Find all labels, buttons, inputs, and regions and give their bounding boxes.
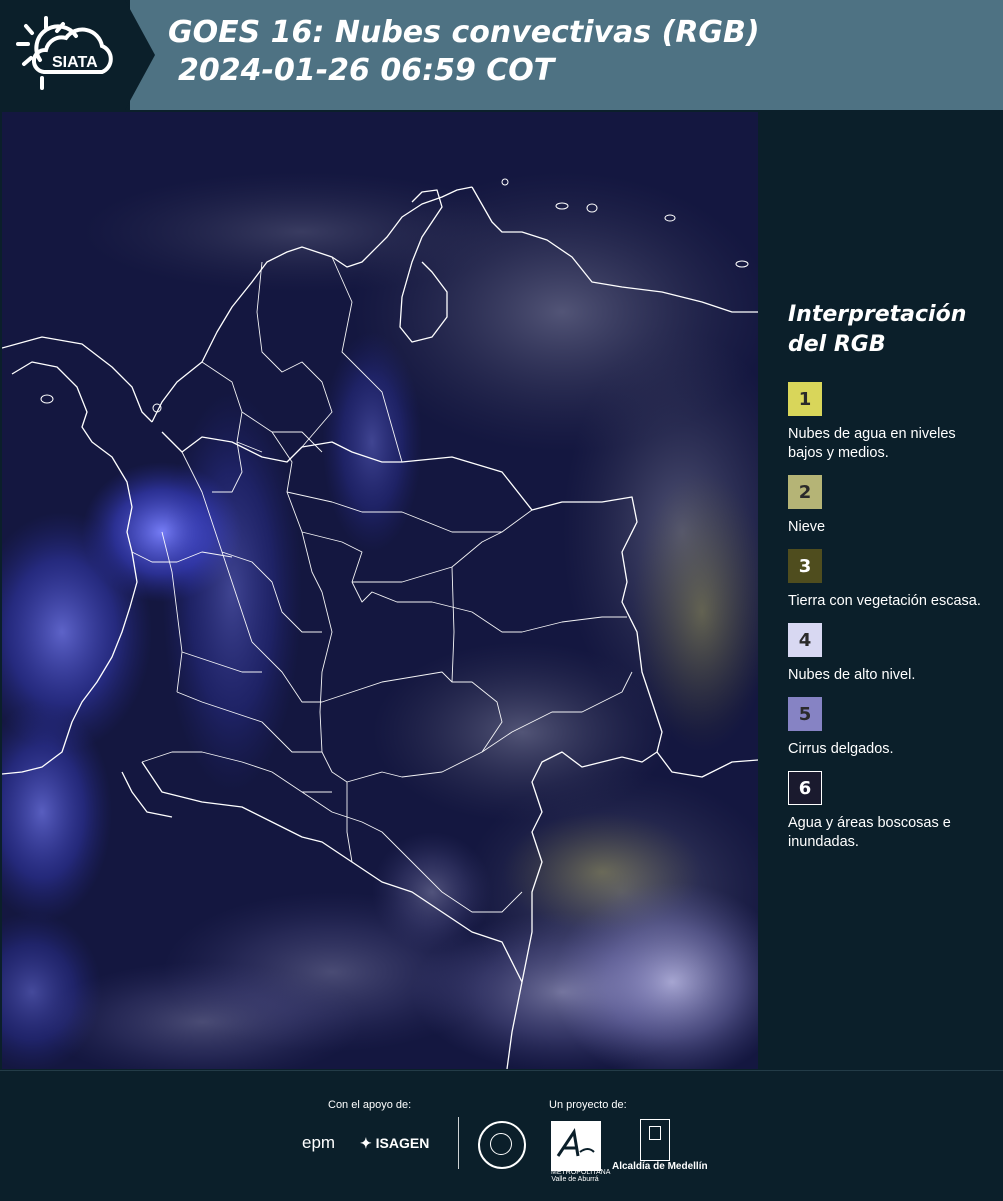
footer-divider [458,1117,459,1169]
title-product: GOES 16: Nubes convectivas (RGB) [168,15,760,50]
legend: Interpretación del RGB 1 Nubes de agua en… [788,300,988,864]
legend-swatch: 5 [788,697,822,731]
footer: Con el apoyo de: Un proyecto de: epm ✦ I… [0,1070,1003,1201]
legend-label: Nieve [788,519,826,535]
legend-label: Agua y áreas boscosas e inundadas. [788,815,951,850]
legend-swatch: 1 [788,382,822,416]
legend-label: Tierra con vegetación escasa. [788,593,981,609]
area-metropolitana-logo [551,1121,601,1171]
logo-arrow [125,0,155,110]
seal-inner [490,1133,512,1155]
project-label: Un proyecto de: [549,1099,627,1111]
legend-title-line2: del RGB [788,332,886,357]
legend-items: 1 Nubes de agua en niveles bajos y medios… [788,382,988,852]
support-label: Con el apoyo de: [328,1099,412,1111]
satellite-map [2,112,758,1069]
legend-label: Nubes de alto nivel. [788,667,916,683]
area-metropolitana-text: METROPOLITANA Valle de Aburrá [551,1169,611,1183]
alcaldia-text: Alcaldía de Medellín [612,1161,708,1172]
legend-item: 4 Nubes de alto nivel. [788,623,988,685]
svg-text:SIATA: SIATA [52,54,98,71]
legend-item: 3 Tierra con vegetación escasa. [788,549,988,611]
legend-item: 1 Nubes de agua en niveles bajos y medios… [788,382,988,463]
siata-cloud-sun-icon: SIATA [16,16,113,90]
legend-swatch: 4 [788,623,822,657]
isagen-logo: ✦ ISAGEN [360,1135,429,1152]
legend-label: Nubes de agua en niveles bajos y medios. [788,426,956,461]
legend-swatch: 6 [788,771,822,805]
legend-title: Interpretación del RGB [788,300,988,360]
legend-item: 6 Agua y áreas boscosas e inundadas. [788,771,988,852]
header-bar: SIATA GOES 16: Nubes convectivas (RGB) 2… [0,0,1003,110]
legend-swatch: 3 [788,549,822,583]
legend-label: Cirrus delgados. [788,741,894,757]
shield-detail [649,1126,661,1140]
isagen-text: ISAGEN [375,1135,430,1151]
legend-item: 2 Nieve [788,475,988,537]
legend-swatch: 2 [788,475,822,509]
medellin-seal-logo [478,1121,526,1169]
legend-item: 5 Cirrus delgados. [788,697,988,759]
title-timestamp: 2024-01-26 06:59 COT [178,53,555,88]
isagen-icon: ✦ [360,1135,376,1151]
map-svg [2,112,758,1069]
alcaldia-shield-icon [640,1119,670,1161]
epm-logo: epm [302,1133,336,1152]
page-title: GOES 16: Nubes convectivas (RGB) 2024-01… [168,14,760,90]
legend-title-line1: Interpretación [788,302,967,327]
siata-logo: SIATA [0,0,130,110]
area-logo-icon [556,1128,595,1157]
